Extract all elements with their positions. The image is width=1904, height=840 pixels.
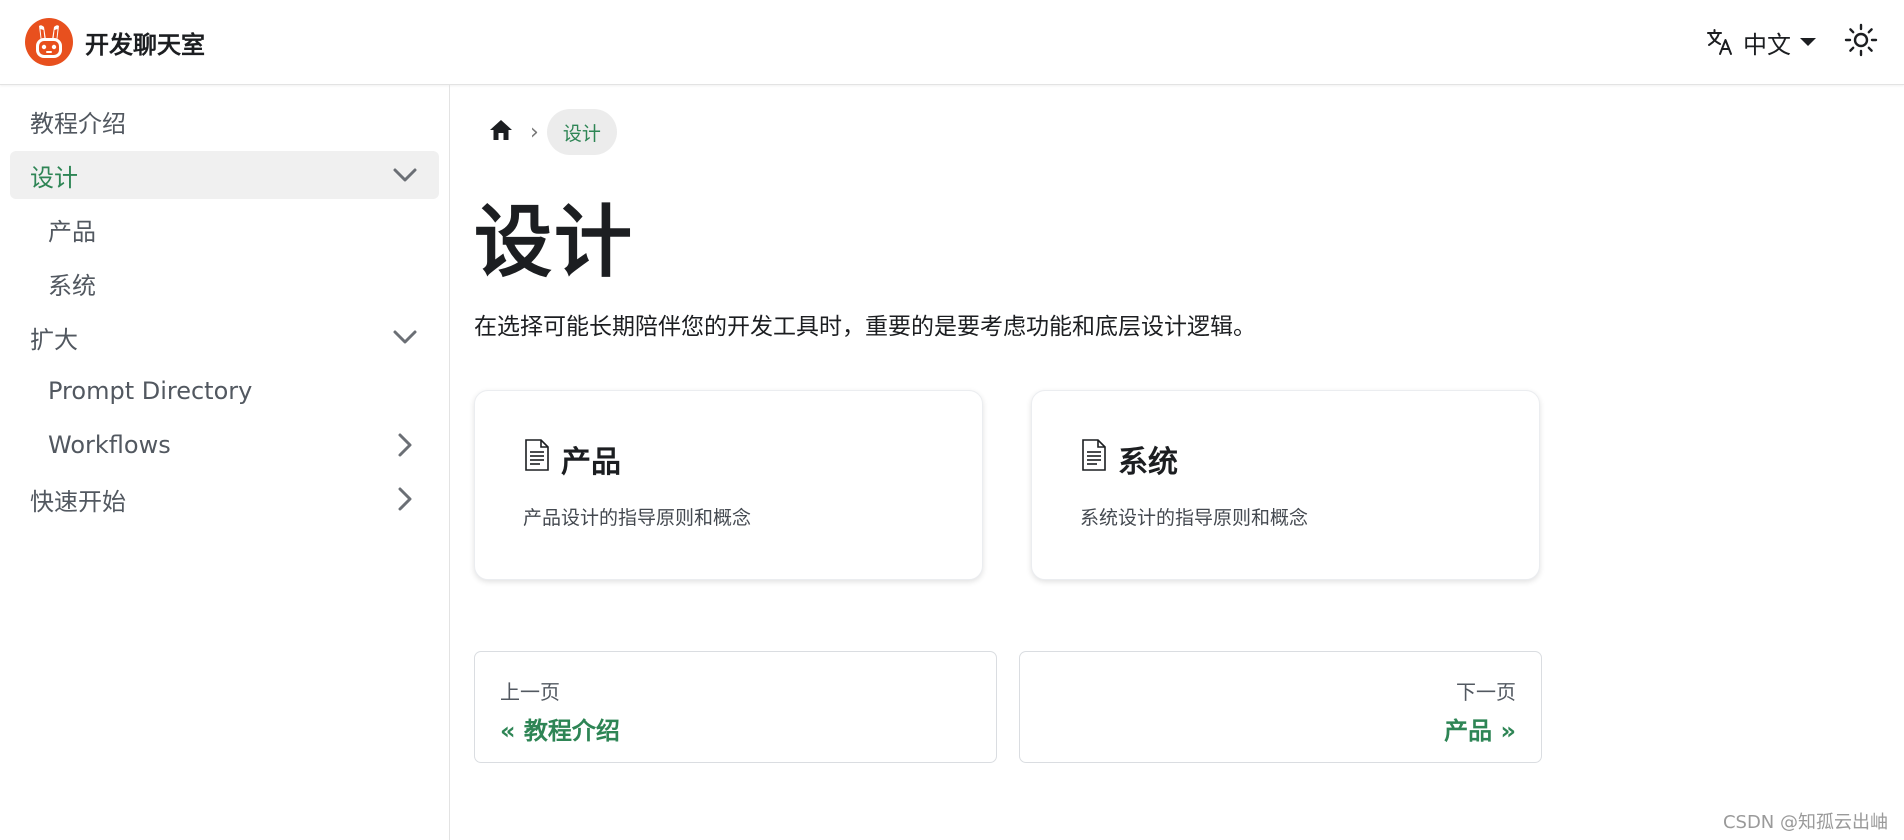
breadcrumb-current: 设计	[546, 109, 617, 155]
brand-link[interactable]: 开发聊天室	[25, 18, 205, 66]
card-title-row: 产品	[523, 437, 934, 481]
breadcrumb: › 设计	[474, 109, 617, 155]
page-title: 设计	[474, 198, 635, 288]
top-navbar: 开发聊天室 中文	[0, 0, 1904, 85]
pagination-next-link[interactable]: 下一页 产品 »	[1019, 651, 1542, 763]
card-description: 产品设计的指导原则和概念	[523, 507, 752, 529]
card-title: 系统	[1118, 445, 1178, 480]
pagination-prev-label: « 教程介绍	[500, 717, 620, 745]
sidebar-item-label: 系统	[48, 271, 96, 300]
sidebar-item-product[interactable]: 产品	[10, 205, 439, 253]
sidebar-item-label: Prompt Directory	[48, 377, 253, 405]
pagination-next-label: 产品 »	[1444, 717, 1516, 745]
sidebar-item-expand[interactable]: 扩大	[10, 313, 439, 361]
pagination-prev-sublabel: 上一页	[500, 680, 560, 704]
page-description: 在选择可能长期陪伴您的开发工具时，重要的是要考虑功能和底层设计逻辑。	[474, 314, 1256, 340]
pagination-next-sublabel: 下一页	[1456, 680, 1516, 704]
pagination-prev-link[interactable]: 上一页 « 教程介绍	[474, 651, 997, 763]
document-icon	[1080, 438, 1108, 480]
card-product[interactable]: 产品 产品设计的指导原则和概念	[474, 390, 983, 580]
sidebar: 教程介绍 设计 产品 系统 扩大 Prompt Directory Workfl…	[0, 85, 450, 840]
sidebar-item-label: 扩大	[30, 325, 78, 354]
translate-icon	[1705, 27, 1735, 57]
site-title: 开发聊天室	[85, 30, 205, 59]
theme-toggle-button[interactable]	[1843, 23, 1879, 61]
sidebar-item-quick-start[interactable]: 快速开始	[10, 475, 439, 523]
sidebar-item-workflows[interactable]: Workflows	[10, 421, 439, 469]
watermark: CSDN @知孤云出岫	[1722, 812, 1888, 833]
document-icon	[523, 438, 551, 480]
sidebar-item-label: 快速开始	[30, 487, 126, 516]
chevron-right-icon[interactable]	[391, 485, 419, 513]
sidebar-item-design[interactable]: 设计	[10, 151, 439, 199]
main-content: › 设计 设计 在选择可能长期陪伴您的开发工具时，重要的是要考虑功能和底层设计逻…	[474, 85, 1574, 840]
language-label: 中文	[1743, 30, 1791, 59]
breadcrumb-home-link[interactable]	[474, 109, 528, 155]
sidebar-item-system[interactable]: 系统	[10, 259, 439, 307]
chevron-down-icon[interactable]	[391, 161, 419, 189]
card-title-row: 系统	[1080, 437, 1491, 481]
home-icon	[488, 118, 514, 146]
sidebar-item-prompt-directory[interactable]: Prompt Directory	[10, 367, 439, 415]
card-description: 系统设计的指导原则和概念	[1080, 507, 1309, 529]
caret-down-icon	[1799, 36, 1817, 48]
sidebar-item-tutorial-intro[interactable]: 教程介绍	[10, 97, 439, 145]
sidebar-item-label: 教程介绍	[30, 109, 126, 138]
card-title: 产品	[561, 445, 621, 480]
logo-icon	[25, 18, 73, 66]
breadcrumb-separator: ›	[530, 119, 539, 145]
sidebar-item-label: Workflows	[48, 431, 171, 459]
chevron-right-icon[interactable]	[391, 431, 419, 459]
sidebar-item-label: 设计	[30, 163, 78, 192]
language-dropdown[interactable]: 中文	[1705, 25, 1817, 60]
sidebar-item-label: 产品	[48, 217, 96, 246]
chevron-down-icon[interactable]	[391, 323, 419, 351]
sun-icon	[1844, 23, 1878, 61]
card-system[interactable]: 系统 系统设计的指导原则和概念	[1031, 390, 1540, 580]
